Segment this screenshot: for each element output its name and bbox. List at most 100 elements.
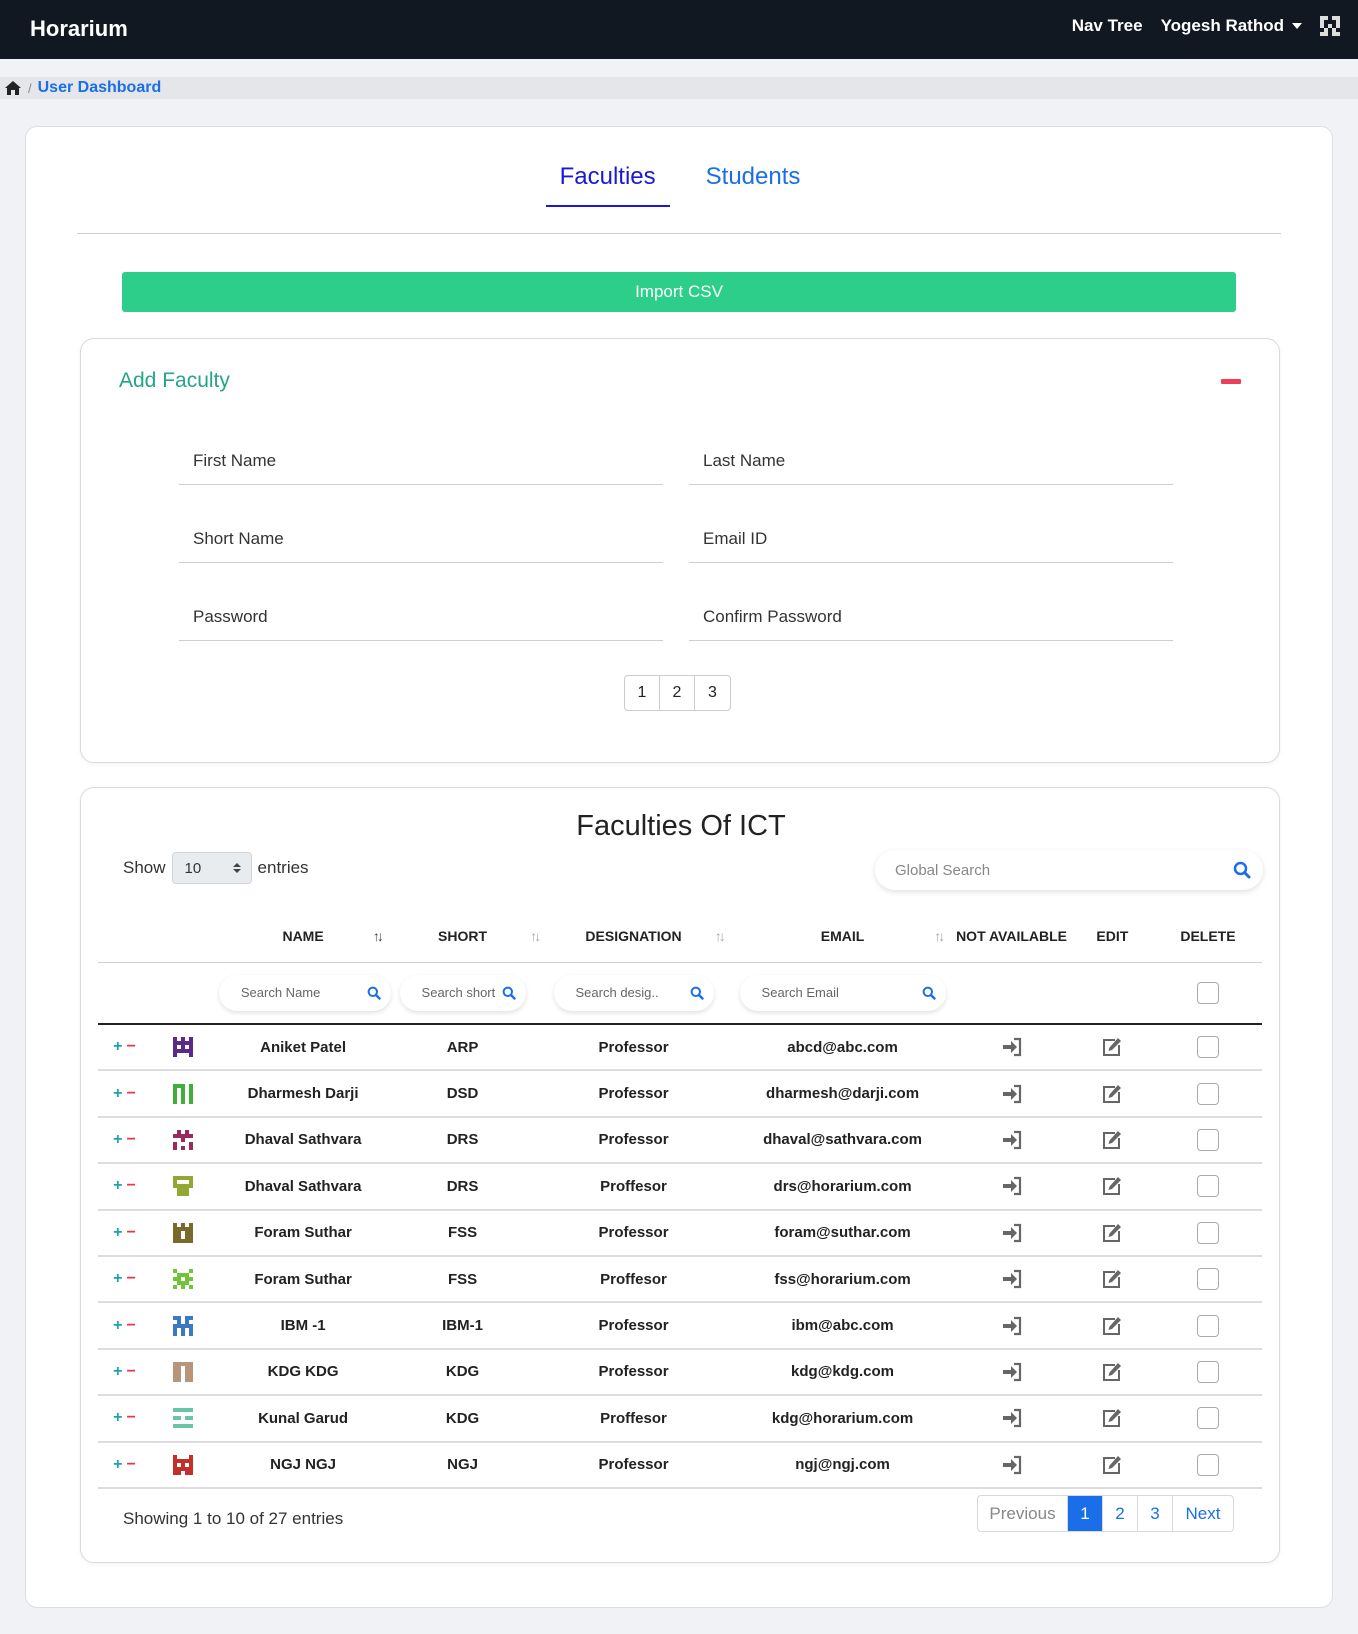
expand-cell: + − [98, 1441, 151, 1489]
email-field[interactable]: Email ID [689, 515, 1173, 563]
plus-icon[interactable]: + [113, 1270, 122, 1288]
short-name-field[interactable]: Short Name [179, 515, 663, 563]
search-icon[interactable] [922, 986, 936, 1000]
sort-icon[interactable]: ↑↓ [373, 928, 384, 944]
row-delete-checkbox[interactable] [1196, 1453, 1219, 1476]
minus-icon[interactable]: − [126, 1224, 135, 1242]
sign-in-icon[interactable] [1001, 1361, 1023, 1383]
minus-icon[interactable]: − [126, 1363, 135, 1381]
sort-icon[interactable]: ↑↓ [715, 928, 726, 944]
minus-icon[interactable]: − [126, 1085, 135, 1103]
edit-icon[interactable] [1101, 1129, 1123, 1151]
header-designation[interactable]: DESIGNATION ↑↓ [534, 910, 733, 963]
row-delete-checkbox[interactable] [1196, 1268, 1219, 1291]
pagination-previous[interactable]: Previous [978, 1496, 1068, 1531]
edit-icon[interactable] [1101, 1315, 1123, 1337]
form-step-2[interactable]: 2 [660, 676, 695, 710]
plus-icon[interactable]: + [113, 1038, 122, 1056]
confirm-password-field[interactable]: Confirm Password [689, 593, 1173, 641]
row-delete-checkbox[interactable] [1196, 1036, 1219, 1059]
sort-icon[interactable]: ↑↓ [934, 928, 945, 944]
identicon-avatar [173, 1176, 194, 1197]
sign-in-icon[interactable] [1001, 1222, 1023, 1244]
row-delete-checkbox[interactable] [1196, 1082, 1219, 1105]
home-icon[interactable] [4, 80, 22, 96]
nav-tree-link[interactable]: Nav Tree [1072, 16, 1143, 36]
edit-icon[interactable] [1101, 1222, 1123, 1244]
first-name-field[interactable]: First Name [179, 437, 663, 485]
plus-icon[interactable]: + [113, 1131, 122, 1149]
edit-icon[interactable] [1101, 1268, 1123, 1290]
collapse-icon[interactable] [1221, 379, 1241, 384]
user-avatar-icon[interactable] [1320, 16, 1340, 36]
edit-icon[interactable] [1101, 1454, 1123, 1476]
row-delete-checkbox[interactable] [1196, 1360, 1219, 1383]
sign-in-icon[interactable] [1001, 1315, 1023, 1337]
name-cell: Dharmesh Darji [215, 1070, 391, 1118]
sign-in-icon[interactable] [1001, 1083, 1023, 1105]
row-delete-checkbox[interactable] [1196, 1314, 1219, 1337]
minus-icon[interactable]: − [126, 1038, 135, 1056]
entries-select[interactable]: 10 [171, 852, 252, 884]
plus-icon[interactable]: + [113, 1409, 122, 1427]
name-filter-input[interactable] [240, 985, 367, 1001]
header-email[interactable]: EMAIL ↑↓ [732, 910, 953, 963]
pagination-page-2[interactable]: 2 [1103, 1496, 1138, 1531]
row-delete-checkbox[interactable] [1196, 1175, 1219, 1198]
breadcrumb-current[interactable]: User Dashboard [38, 79, 162, 97]
header-name[interactable]: NAME ↑↓ [215, 910, 391, 963]
sign-in-icon[interactable] [1001, 1129, 1023, 1151]
pagination-page-3[interactable]: 3 [1138, 1496, 1173, 1531]
tab-faculties[interactable]: Faculties [545, 163, 670, 207]
minus-icon[interactable]: − [126, 1177, 135, 1195]
minus-icon[interactable]: − [126, 1409, 135, 1427]
plus-icon[interactable]: + [113, 1456, 122, 1474]
form-step-3[interactable]: 3 [695, 676, 730, 710]
edit-cell [1070, 1209, 1154, 1257]
table-row: + − Kunal Garud KDG Proffesor kdg@horariu… [98, 1395, 1262, 1443]
brand-logo[interactable]: Horarium [30, 16, 128, 42]
import-csv-button[interactable]: Import CSV [122, 272, 1236, 312]
edit-icon[interactable] [1101, 1083, 1123, 1105]
form-step-1[interactable]: 1 [625, 676, 660, 710]
minus-icon[interactable]: − [126, 1270, 135, 1288]
plus-icon[interactable]: + [113, 1224, 122, 1242]
header-short[interactable]: SHORT ↑↓ [390, 910, 541, 963]
search-icon[interactable] [690, 986, 704, 1000]
row-delete-checkbox[interactable] [1196, 1128, 1219, 1151]
minus-icon[interactable]: − [126, 1456, 135, 1474]
pagination-next[interactable]: Next [1173, 1496, 1233, 1531]
edit-icon[interactable] [1101, 1407, 1123, 1429]
edit-icon[interactable] [1101, 1036, 1123, 1058]
search-icon[interactable] [1233, 861, 1251, 879]
sign-in-icon[interactable] [1001, 1454, 1023, 1476]
tab-students[interactable]: Students [692, 163, 815, 207]
select-all-checkbox[interactable] [1196, 981, 1219, 1004]
plus-icon[interactable]: + [113, 1085, 122, 1103]
password-field[interactable]: Password [179, 593, 663, 641]
global-search-input[interactable] [895, 861, 1233, 879]
edit-icon[interactable] [1101, 1361, 1123, 1383]
minus-icon[interactable]: − [126, 1317, 135, 1335]
pagination-page-1[interactable]: 1 [1068, 1496, 1103, 1531]
row-delete-checkbox[interactable] [1196, 1221, 1219, 1244]
user-dropdown[interactable]: Yogesh Rathod [1161, 16, 1302, 36]
minus-icon[interactable]: − [126, 1131, 135, 1149]
edit-cell [1070, 1116, 1154, 1165]
last-name-field[interactable]: Last Name [689, 437, 1173, 485]
plus-icon[interactable]: + [113, 1363, 122, 1381]
short-filter-input[interactable] [421, 985, 502, 1001]
sign-in-icon[interactable] [1001, 1407, 1023, 1429]
plus-icon[interactable]: + [113, 1177, 122, 1195]
email-filter-input[interactable] [761, 985, 922, 1001]
sign-in-icon[interactable] [1001, 1175, 1023, 1197]
edit-icon[interactable] [1101, 1175, 1123, 1197]
search-icon[interactable] [367, 986, 381, 1000]
plus-icon[interactable]: + [113, 1317, 122, 1335]
designation-filter-input[interactable] [575, 985, 690, 1001]
sign-in-icon[interactable] [1001, 1268, 1023, 1290]
sign-in-icon[interactable] [1001, 1036, 1023, 1058]
main-card: Faculties Students Import CSV Add Facult… [25, 126, 1333, 1608]
search-icon[interactable] [502, 986, 516, 1000]
row-delete-checkbox[interactable] [1196, 1407, 1219, 1430]
